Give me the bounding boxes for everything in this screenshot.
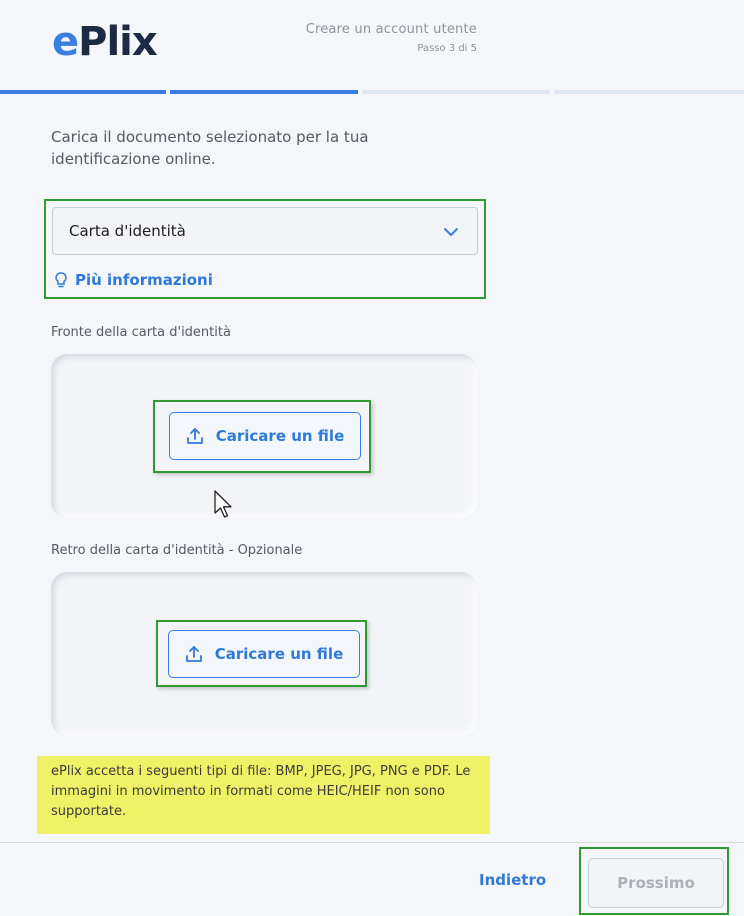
eplix-logo: ePlix	[52, 19, 158, 65]
step-info: Creare un account utente Passo 3 di 5	[306, 22, 477, 54]
front-label: Fronte della carta d'identità	[51, 325, 231, 340]
chevron-down-icon	[444, 228, 458, 236]
document-type-select[interactable]: Carta d'identità	[52, 207, 478, 255]
progress-segment-2	[170, 90, 358, 94]
more-info-label: Più informazioni	[75, 271, 213, 289]
back-button[interactable]: Indietro	[479, 871, 546, 889]
document-type-value: Carta d'identità	[69, 222, 186, 240]
footer: Indietro Prossimo	[0, 842, 744, 916]
front-upload-label: Caricare un file	[215, 427, 345, 445]
file-types-notice: ePlix accetta i seguenti tipi di file: B…	[37, 756, 490, 834]
upload-icon	[185, 646, 202, 662]
document-type-section: Carta d'identità Più informazioni	[44, 199, 486, 299]
front-upload-button[interactable]: Caricare un file	[169, 412, 361, 460]
step-indicator: Passo 3 di 5	[417, 43, 477, 54]
back-upload-button[interactable]: Caricare un file	[168, 630, 360, 678]
progress-bar	[0, 90, 744, 94]
back-upload-highlight: Caricare un file	[156, 620, 367, 687]
page-title: Creare un account utente	[305, 22, 477, 37]
progress-segment-4	[554, 90, 744, 94]
mouse-cursor-icon	[214, 490, 232, 518]
upload-icon	[186, 428, 203, 444]
lightbulb-icon	[55, 272, 67, 288]
more-info-link[interactable]: Più informazioni	[55, 271, 213, 289]
front-upload-highlight: Caricare un file	[153, 400, 371, 473]
progress-segment-3	[362, 90, 550, 94]
intro-text: Carica il documento selezionato per la t…	[51, 128, 369, 168]
back-label: Retro della carta d'identità - Opzionale	[51, 543, 303, 558]
progress-segment-1	[0, 90, 166, 94]
back-upload-label: Caricare un file	[214, 645, 344, 663]
next-button[interactable]: Prossimo	[588, 858, 724, 908]
next-button-highlight: Prossimo	[579, 847, 729, 915]
header: ePlix Creare un account utente Passo 3 d…	[0, 0, 744, 96]
